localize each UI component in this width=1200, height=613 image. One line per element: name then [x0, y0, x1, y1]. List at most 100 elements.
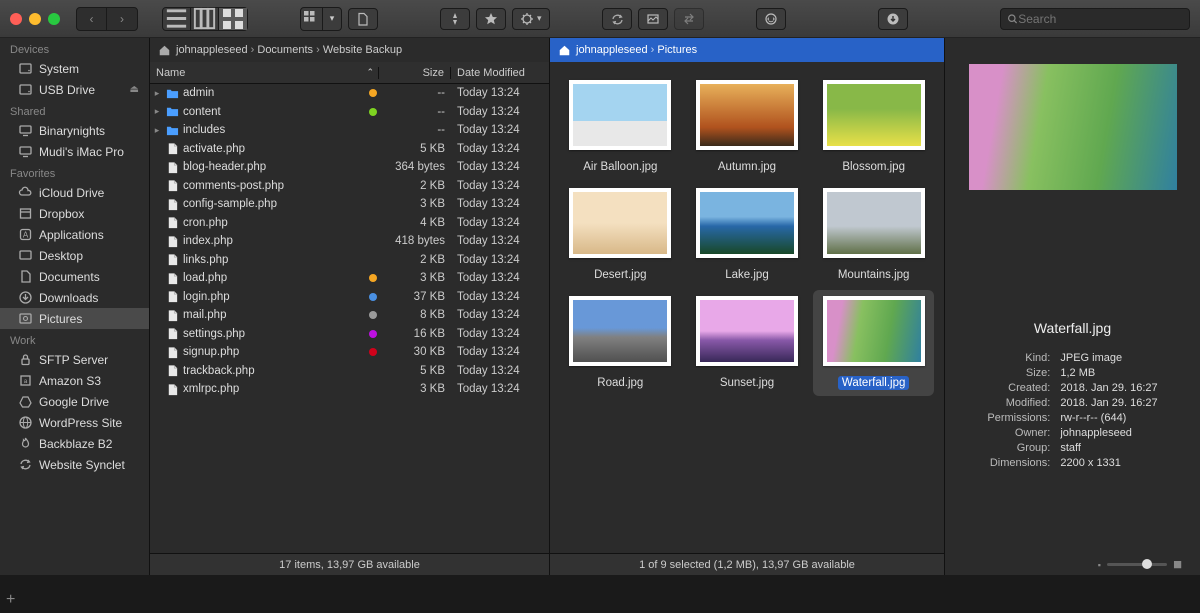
sidebar-item-desktop[interactable]: Desktop: [0, 245, 149, 266]
view-columns-icon[interactable]: [191, 8, 219, 30]
sidebar-item-documents[interactable]: Documents: [0, 266, 149, 287]
file-icon: [166, 179, 179, 192]
favorite-button[interactable]: [476, 8, 506, 30]
info-key: Permissions:: [987, 412, 1050, 424]
file-row[interactable]: signup.php 30 KB Today 13:24: [150, 343, 549, 362]
sidebar-item-amazon-s3[interactable]: Amazon S3: [0, 370, 149, 391]
left-breadcrumb[interactable]: johnappleseed › Documents › Website Back…: [150, 38, 549, 62]
transfer-button[interactable]: [674, 8, 704, 30]
left-statusbar: 17 items, 13,97 GB available: [150, 553, 549, 575]
file-row[interactable]: mail.php 8 KB Today 13:24: [150, 306, 549, 325]
sidebar-item-binarynights[interactable]: Binarynights: [0, 120, 149, 141]
preview-button[interactable]: [638, 8, 668, 30]
file-row[interactable]: index.php 418 bytes Today 13:24: [150, 232, 549, 251]
sidebar-item-mudi-s-imac-pro[interactable]: Mudi's iMac Pro: [0, 141, 149, 162]
info-key: Owner:: [987, 427, 1050, 439]
folder-icon: [166, 87, 179, 100]
sidebar-item-sftp-server[interactable]: SFTP Server: [0, 349, 149, 370]
thumbnail-item[interactable]: Blossom.jpg: [813, 80, 934, 174]
sidebar-item-backblaze-b2[interactable]: Backblaze B2: [0, 433, 149, 454]
sidebar-item-downloads[interactable]: Downloads: [0, 287, 149, 308]
file-row[interactable]: links.php 2 KB Today 13:24: [150, 251, 549, 270]
window-controls: [10, 13, 60, 25]
file-row[interactable]: ▸ content -- Today 13:24: [150, 103, 549, 122]
close-button[interactable]: [10, 13, 22, 25]
column-size[interactable]: Size: [379, 67, 451, 79]
column-date[interactable]: Date Modified: [451, 67, 549, 79]
thumbnail-label: Sunset.jpg: [716, 376, 778, 390]
thumbnail-item[interactable]: Autumn.jpg: [687, 80, 808, 174]
preview-pane: Waterfall.jpg Kind:JPEG imageSize:1,2 MB…: [945, 38, 1200, 575]
search-box[interactable]: [1000, 8, 1190, 30]
file-row[interactable]: load.php 3 KB Today 13:24: [150, 269, 549, 288]
back-button[interactable]: ‹: [77, 8, 107, 30]
thumbnail-item[interactable]: Desert.jpg: [560, 188, 681, 282]
file-row[interactable]: ▸ admin -- Today 13:24: [150, 84, 549, 103]
file-row[interactable]: comments-post.php 2 KB Today 13:24: [150, 177, 549, 196]
sidebar-item-website-synclet[interactable]: Website Synclet: [0, 454, 149, 475]
file-row[interactable]: xmlrpc.php 3 KB Today 13:24: [150, 380, 549, 399]
thumbnail-item[interactable]: Waterfall.jpg: [813, 290, 934, 396]
file-row[interactable]: config-sample.php 3 KB Today 13:24: [150, 195, 549, 214]
thumbnail-item[interactable]: Sunset.jpg: [687, 296, 808, 390]
sidebar-header: Shared: [0, 100, 149, 120]
thumbnail-grid: Air Balloon.jpg Autumn.jpg Blossom.jpg D…: [550, 62, 944, 553]
thumbnail-item[interactable]: Road.jpg: [560, 296, 681, 390]
minimize-button[interactable]: [29, 13, 41, 25]
maximize-button[interactable]: [48, 13, 60, 25]
sidebar-item-system[interactable]: System: [0, 58, 149, 79]
file-row[interactable]: login.php 37 KB Today 13:24: [150, 288, 549, 307]
gdrive-icon: [18, 394, 33, 409]
sidebar-item-pictures[interactable]: Pictures: [0, 308, 149, 329]
file-row[interactable]: activate.php 5 KB Today 13:24: [150, 140, 549, 159]
file-row[interactable]: cron.php 4 KB Today 13:24: [150, 214, 549, 233]
globe-icon: [18, 415, 33, 430]
thumbnail-image: [573, 300, 667, 362]
tag-dot: [369, 348, 377, 356]
quick-open-button[interactable]: [440, 8, 470, 30]
file-list: ▸ admin -- Today 13:24 ▸ content -- Toda…: [150, 84, 549, 553]
thumbnail-label: Mountains.jpg: [834, 268, 914, 282]
display-icon: [18, 123, 33, 138]
terminal-button[interactable]: [756, 8, 786, 30]
hdd-icon: [18, 82, 33, 97]
thumbnail-item[interactable]: Mountains.jpg: [813, 188, 934, 282]
thumbnail-image: [573, 84, 667, 146]
column-name[interactable]: Name⌃: [150, 67, 379, 79]
file-row[interactable]: trackback.php 5 KB Today 13:24: [150, 362, 549, 381]
tag-dot: [369, 311, 377, 319]
view-grid-icon[interactable]: [219, 8, 247, 30]
activity-button[interactable]: [878, 8, 908, 30]
home-icon: [158, 44, 171, 57]
new-file-button[interactable]: [348, 8, 378, 30]
sidebar-item-wordpress-site[interactable]: WordPress Site: [0, 412, 149, 433]
file-row[interactable]: blog-header.php 364 bytes Today 13:24: [150, 158, 549, 177]
grid-size-icon[interactable]: [301, 8, 323, 30]
thumb-size-slider[interactable]: ▪ ■: [1088, 556, 1192, 573]
forward-button[interactable]: ›: [107, 8, 137, 30]
right-statusbar: 1 of 9 selected (1,2 MB), 13,97 GB avail…: [550, 553, 944, 575]
box-icon: [18, 206, 33, 221]
display-icon: [18, 144, 33, 159]
view-list-icon[interactable]: [163, 8, 191, 30]
sidebar-item-dropbox[interactable]: Dropbox: [0, 203, 149, 224]
thumbnail-label: Road.jpg: [593, 376, 647, 390]
tag-dot: [369, 330, 377, 338]
add-button[interactable]: +: [6, 591, 15, 609]
file-row[interactable]: settings.php 16 KB Today 13:24: [150, 325, 549, 344]
file-icon: [166, 142, 179, 155]
sync-button[interactable]: [602, 8, 632, 30]
file-row[interactable]: ▸ includes -- Today 13:24: [150, 121, 549, 140]
sidebar-item-applications[interactable]: Applications: [0, 224, 149, 245]
eject-icon[interactable]: ⏏: [130, 84, 139, 95]
right-breadcrumb[interactable]: johnappleseed › Pictures: [550, 38, 944, 62]
thumbnail-label: Air Balloon.jpg: [579, 160, 661, 174]
thumbnail-item[interactable]: Lake.jpg: [687, 188, 808, 282]
search-input[interactable]: [1018, 12, 1183, 26]
actions-button[interactable]: ▾: [512, 8, 550, 30]
sidebar-item-icloud-drive[interactable]: iCloud Drive: [0, 182, 149, 203]
thumbnail-item[interactable]: Air Balloon.jpg: [560, 80, 681, 174]
grid-dropdown-icon[interactable]: ▾: [323, 8, 341, 30]
sidebar-item-google-drive[interactable]: Google Drive: [0, 391, 149, 412]
sidebar-item-usb-drive[interactable]: USB Drive⏏: [0, 79, 149, 100]
